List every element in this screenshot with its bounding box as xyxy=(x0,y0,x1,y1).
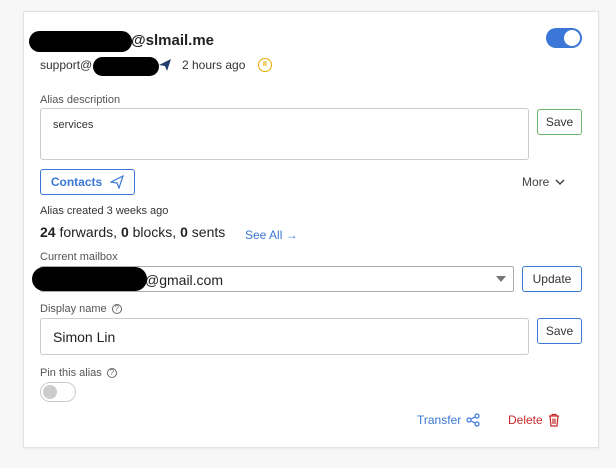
blocks-word: blocks, xyxy=(132,224,177,240)
description-save-button[interactable]: Save xyxy=(537,109,582,135)
pin-label-row: Pin this alias ? xyxy=(40,367,117,379)
alias-enabled-toggle[interactable] xyxy=(546,28,582,48)
paper-plane-icon xyxy=(110,175,125,189)
display-name-input[interactable]: Simon Lin xyxy=(40,318,529,355)
transfer-label: Transfer xyxy=(417,413,462,427)
share-icon xyxy=(466,413,480,427)
delete-button[interactable]: Delete xyxy=(508,413,560,427)
send-icon xyxy=(159,59,171,71)
contacts-button[interactable]: Contacts xyxy=(40,169,135,195)
see-all-link[interactable]: See All → xyxy=(245,228,298,242)
help-icon[interactable]: ? xyxy=(111,304,122,315)
display-name-label: Display name xyxy=(40,303,107,315)
alias-card: @slmail.me support@ 2 hours ago II Alias… xyxy=(23,11,599,448)
last-used-time: 2 hours ago xyxy=(182,58,246,72)
display-name-label-row: Display name ? xyxy=(40,303,122,315)
display-name-save-button[interactable]: Save xyxy=(537,318,582,344)
toggle-knob xyxy=(564,30,580,46)
sents-word: sents xyxy=(191,224,226,240)
help-icon[interactable]: ? xyxy=(106,368,117,379)
delete-label: Delete xyxy=(508,413,543,427)
redacted-sender-domain xyxy=(93,57,159,76)
forwards-word: forwards, xyxy=(59,224,118,240)
pin-label: Pin this alias xyxy=(40,367,102,379)
sender-prefix: support@ xyxy=(40,58,93,72)
sents-count: 0 xyxy=(180,224,188,240)
pin-toggle[interactable] xyxy=(40,382,76,402)
blocks-count: 0 xyxy=(120,224,129,240)
redacted-alias-prefix xyxy=(29,31,132,52)
contacts-button-label: Contacts xyxy=(50,175,103,189)
description-label: Alias description xyxy=(40,94,121,106)
mailbox-domain: @gmail.com xyxy=(145,272,224,288)
select-caret-icon xyxy=(496,276,506,282)
redacted-mailbox-user xyxy=(32,267,147,291)
toggle-knob xyxy=(43,385,57,399)
transfer-button[interactable]: Transfer xyxy=(417,413,480,427)
more-label: More xyxy=(522,175,550,189)
alias-email-suffix: @slmail.me xyxy=(131,32,214,49)
mailbox-update-button[interactable]: Update xyxy=(522,266,582,292)
alias-stats: 24 forwards, 0 blocks, 0 sents xyxy=(40,224,225,240)
forwards-count: 24 xyxy=(40,224,56,240)
pause-icon[interactable]: II xyxy=(258,58,272,72)
alias-created-text: Alias created 3 weeks ago xyxy=(40,205,169,217)
description-textarea[interactable]: services xyxy=(40,108,529,160)
more-dropdown[interactable]: More xyxy=(522,175,565,189)
mailbox-label: Current mailbox xyxy=(40,251,118,263)
trash-icon xyxy=(548,413,559,427)
chevron-down-icon xyxy=(555,179,565,186)
